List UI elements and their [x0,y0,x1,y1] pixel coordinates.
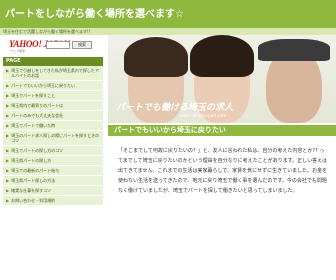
sidebar-item[interactable]: ▶ 埼玉でパートを探すこと [3,91,103,101]
banner-headline: パートでも働ける埼玉の求人 [116,103,234,113]
sidebar-item-label[interactable]: お問い合わせ・利用規約 [11,198,55,203]
sidebar-nav: ▶ 埼玉で引越しをしてきた私が埼玉県内で探したアルバイトのお話 ▶ パートでもいいか… [3,66,103,206]
sidebar-item[interactable]: ▶ パートでもいいから埼玉に戻りたい [3,81,103,91]
sidebar-item-label[interactable]: 埼玉でパートの探し方のコツ [11,148,63,153]
article-paragraph: 「そこまでして何故に戻りたいの？」と、友人に言われた私は、自分の考えた内容とか?… [118,148,328,194]
sidebar-item[interactable]: ▶ 埼玉県パートの探し方 [3,156,103,166]
sidebar-item-label[interactable]: パートのみでも大丈夫な会社 [11,113,63,118]
article-body: 「そこまでして何故に戻りたいの？」と、友人に言われた私は、自分の考えた内容とか?… [110,138,334,280]
bullet-icon: ▶ [6,113,10,118]
bullet-icon: ▶ [6,178,10,183]
sidebar-item-label[interactable]: パートでもいいから埼玉に戻りたい [11,83,75,88]
bullet-icon: ▶ [6,133,10,138]
sidebar-item-label[interactable]: 確実な仕事を探すコツ [11,188,51,193]
sidebar-item[interactable]: ▶ 確実な仕事を探すコツ [3,186,103,196]
article-title: パートでもいいから埼玉に戻りたい [108,125,336,136]
banner-url: www.saitama-part.com [180,113,227,118]
sidebar-page-header: PAGE [3,57,103,66]
sidebar-item[interactable]: ▶ 埼玉県内で最寄りのパートは [3,101,103,111]
hero-banner: パートでも働ける埼玉の求人 www.saitama-part.com [108,35,336,123]
sidebar-item-label[interactable]: 埼玉のパート求人探しの際にパートを探すときのコツ [11,133,101,143]
sidebar-item-label[interactable]: 埼玉県パートの探し方 [11,158,51,163]
sidebar-item[interactable]: ▶ 埼玉のパート求人探しの際にパートを探すときのコツ [3,131,103,146]
bullet-icon: ▶ [6,158,10,163]
sidebar-item[interactable]: ▶ 埼玉でパートの探し方のコツ [3,146,103,156]
sidebar-item[interactable]: ▶ 埼玉でパートで働いた時 [3,121,103,131]
sidebar-item[interactable]: ▶ 埼玉で引越しをしてきた私が埼玉県内で探したアルバイトのお話 [3,66,103,81]
site-header: パートをしながら働く場所を選べます☆ [0,0,336,28]
yahoo-logo-sub: ウェブ検索 [10,49,26,53]
search-button[interactable]: 検索 [72,41,92,49]
bullet-icon: ▶ [6,93,10,98]
sidebar-item[interactable]: ▶ パートのみでも大丈夫な会社 [3,111,103,121]
sidebar-item-label[interactable]: 埼玉で引越しをしてきた私が埼玉県内で探したアルバイトのお話 [11,68,101,78]
bullet-icon: ▶ [6,103,10,108]
sidebar-item[interactable]: ▶ 埼玉での最新のパート給与 [3,166,103,176]
bullet-icon: ▶ [6,188,10,193]
sidebar-item[interactable]: ▶ 埼玉県パート探しの方法 [3,176,103,186]
sidebar-item-label[interactable]: 埼玉県パート探しの方法 [11,178,55,183]
bullet-icon: ▶ [6,123,10,128]
sidebar-item-label[interactable]: 埼玉県内で最寄りのパートは [11,103,63,108]
sidebar-item-label[interactable]: 埼玉での最新のパート給与 [11,168,59,173]
bullet-icon: ▶ [6,198,10,203]
tagline-bar: 埼玉を住むで活躍しながら働く場所を選べます!! [0,28,336,35]
search-input[interactable] [46,41,70,49]
person-hat [258,39,330,61]
sidebar-item[interactable]: ▶ お問い合わせ・利用規約 [3,196,103,206]
person-hair [190,35,254,77]
bullet-icon: ▶ [6,168,10,173]
site-title[interactable]: パートをしながら働く場所を選べます☆ [5,5,184,20]
site-tagline: 埼玉を住むで活躍しながら働く場所を選べます!! [3,29,91,34]
person-hair [124,37,188,77]
sidebar: YAHOO! JAPAN ウェブ検索 検索 PAGE ▶ 埼玉で引越しをしてきた私… [0,35,106,280]
bullet-icon: ▶ [6,68,10,73]
sidebar-item-label[interactable]: 埼玉でパートで働いた時 [11,123,55,128]
bullet-icon: ▶ [6,83,10,88]
bullet-icon: ▶ [6,148,10,153]
sidebar-item-label[interactable]: 埼玉でパートを探すこと [11,93,55,98]
